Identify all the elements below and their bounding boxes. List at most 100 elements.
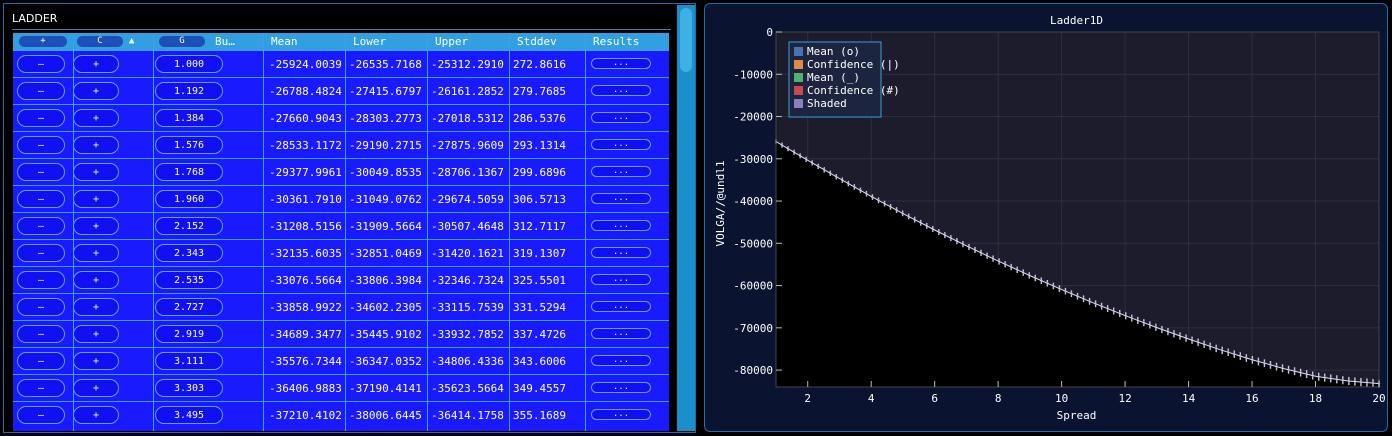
increment-button[interactable]: + xyxy=(73,109,119,127)
decrement-button[interactable]: – xyxy=(17,244,65,262)
generate-button[interactable]: G xyxy=(159,36,205,47)
upper-cell: -36414.1758 xyxy=(431,409,504,422)
increment-button[interactable]: + xyxy=(73,55,119,73)
results-button[interactable]: ... xyxy=(591,112,651,123)
bump-value-field[interactable]: 3.495 xyxy=(155,406,223,424)
add-row-button[interactable]: + xyxy=(19,36,67,47)
upper-cell: -29674.5059 xyxy=(431,193,504,206)
decrement-button[interactable]: – xyxy=(17,55,65,73)
bump-value-field[interactable]: 1.192 xyxy=(155,82,223,100)
column-header-stddev[interactable]: Stddev xyxy=(513,33,557,50)
table-row: – +2.343 -32135.6035 -32851.0469 -31420.1621… xyxy=(13,239,669,266)
decrement-button[interactable]: – xyxy=(17,136,65,154)
results-button[interactable]: ... xyxy=(591,247,651,258)
x-tick-label: 10 xyxy=(1055,392,1068,405)
mean-cell: -35576.7344 xyxy=(269,355,342,368)
increment-button[interactable]: + xyxy=(73,325,119,343)
increment-button[interactable]: + xyxy=(73,271,119,289)
legend-entry: Mean (_) xyxy=(807,71,860,84)
increment-button[interactable]: + xyxy=(73,406,119,424)
upper-cell: -26161.2852 xyxy=(431,85,504,98)
results-button[interactable]: ... xyxy=(591,301,651,312)
results-button[interactable]: ... xyxy=(591,409,651,420)
bump-value-field[interactable]: 2.535 xyxy=(155,271,223,289)
column-header-results[interactable]: Results xyxy=(589,33,639,50)
results-button[interactable]: ... xyxy=(591,274,651,285)
table-row: – +1.384 -27660.9043 -28303.2773 -27018.5312… xyxy=(13,104,669,131)
results-button[interactable]: ... xyxy=(591,382,651,393)
upper-cell: -28706.1367 xyxy=(431,166,504,179)
decrement-button[interactable]: – xyxy=(17,271,65,289)
lower-cell: -26535.7168 xyxy=(349,58,422,71)
vertical-scrollbar[interactable] xyxy=(677,5,695,431)
lower-cell: -36347.0352 xyxy=(349,355,422,368)
bump-value-field[interactable]: 1.768 xyxy=(155,163,223,181)
increment-button[interactable]: + xyxy=(73,244,119,262)
results-button[interactable]: ... xyxy=(591,220,651,231)
increment-button[interactable]: + xyxy=(73,217,119,235)
results-button[interactable]: ... xyxy=(591,355,651,366)
bump-value-field[interactable]: 1.384 xyxy=(155,109,223,127)
increment-button[interactable]: + xyxy=(73,82,119,100)
decrement-button[interactable]: – xyxy=(17,298,65,316)
decrement-button[interactable]: – xyxy=(17,325,65,343)
decrement-button[interactable]: – xyxy=(17,82,65,100)
y-tick-label: -70000 xyxy=(733,322,773,335)
stddev-cell: 325.5501 xyxy=(513,274,566,287)
column-header-lower[interactable]: Lower xyxy=(349,33,386,50)
table-row: – +1.960 -30361.7910 -31049.0762 -29674.5059… xyxy=(13,185,669,212)
legend-swatch xyxy=(794,99,803,108)
decrement-button[interactable]: – xyxy=(17,109,65,127)
table-row: – +1.576 -28533.1172 -29190.2715 -27875.9609… xyxy=(13,131,669,158)
bump-value-field[interactable]: 3.111 xyxy=(155,352,223,370)
table-row: – +2.152 -31208.5156 -31909.5664 -30507.4648… xyxy=(13,212,669,239)
column-header-mean[interactable]: Mean xyxy=(267,33,298,50)
bump-value-field[interactable]: 1.000 xyxy=(155,55,223,73)
increment-button[interactable]: + xyxy=(73,352,119,370)
increment-button[interactable]: + xyxy=(73,190,119,208)
y-axis-label: VOLGA//@undl1 xyxy=(714,160,727,246)
results-button[interactable]: ... xyxy=(591,139,651,150)
results-button[interactable]: ... xyxy=(591,58,651,69)
increment-button[interactable]: + xyxy=(73,163,119,181)
decrement-button[interactable]: – xyxy=(17,163,65,181)
sort-arrow-icon[interactable]: ▲ xyxy=(125,33,134,50)
ladder1d-chart[interactable]: 2 4 6 8 10 12 14 16 18 20 0 -10000 -20000 -30000 -4000… xyxy=(705,4,1389,433)
decrement-button[interactable]: – xyxy=(17,379,65,397)
decrement-button[interactable]: – xyxy=(17,217,65,235)
decrement-button[interactable]: – xyxy=(17,190,65,208)
bump-value-field[interactable]: 2.919 xyxy=(155,325,223,343)
y-tick-label: -80000 xyxy=(733,364,773,377)
stddev-cell: 319.1307 xyxy=(513,247,566,260)
scrollbar-thumb[interactable] xyxy=(680,8,692,72)
column-header-bump[interactable]: Bu… xyxy=(211,33,235,50)
table-row: – +1.000 -25924.0039 -26535.7168 -25312.2910… xyxy=(13,50,669,77)
increment-button[interactable]: + xyxy=(73,136,119,154)
lower-cell: -33806.3984 xyxy=(349,274,422,287)
bump-value-field[interactable]: 1.960 xyxy=(155,190,223,208)
bump-value-field[interactable]: 2.152 xyxy=(155,217,223,235)
column-header-upper[interactable]: Upper xyxy=(431,33,468,50)
results-button[interactable]: ... xyxy=(591,193,651,204)
x-tick-label: 18 xyxy=(1309,392,1322,405)
panel-title: LADDER xyxy=(12,12,58,25)
bump-value-field[interactable]: 1.576 xyxy=(155,136,223,154)
increment-button[interactable]: + xyxy=(73,298,119,316)
legend-swatch xyxy=(794,47,803,56)
increment-button[interactable]: + xyxy=(73,379,119,397)
lower-cell: -27415.6797 xyxy=(349,85,422,98)
bump-value-field[interactable]: 3.303 xyxy=(155,379,223,397)
bump-value-field[interactable]: 2.727 xyxy=(155,298,223,316)
x-axis-label: Spread xyxy=(1057,409,1097,422)
y-tick-label: -40000 xyxy=(733,195,773,208)
decrement-button[interactable]: – xyxy=(17,406,65,424)
bump-value-field[interactable]: 2.343 xyxy=(155,244,223,262)
results-button[interactable]: ... xyxy=(591,85,651,96)
table-row: – +2.535 -33076.5664 -33806.3984 -32346.7324… xyxy=(13,266,669,293)
clear-button[interactable]: C xyxy=(77,36,123,47)
results-button[interactable]: ... xyxy=(591,328,651,339)
stddev-cell: 286.5376 xyxy=(513,112,566,125)
results-button[interactable]: ... xyxy=(591,166,651,177)
decrement-button[interactable]: – xyxy=(17,352,65,370)
y-tick-label: 0 xyxy=(766,26,773,39)
